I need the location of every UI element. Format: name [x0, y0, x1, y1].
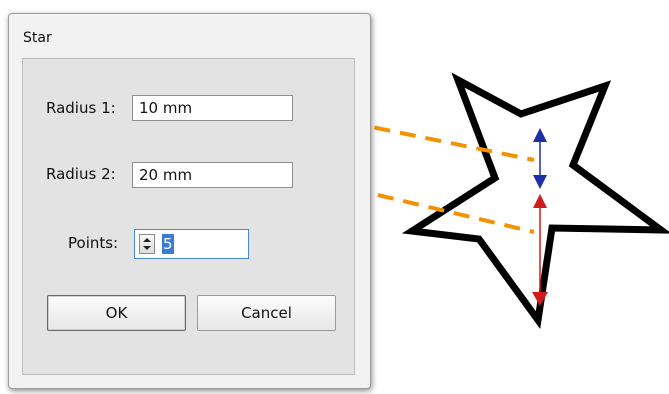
ok-button[interactable]: OK: [47, 295, 186, 331]
radius2-label: Radius 2:: [46, 165, 116, 183]
dialog-title: Star: [23, 30, 52, 46]
points-input[interactable]: 5: [162, 234, 174, 254]
points-spinner[interactable]: 5: [134, 229, 249, 259]
radius1-input[interactable]: 10 mm: [132, 95, 293, 121]
spin-down-icon[interactable]: [143, 246, 151, 250]
radius2-input[interactable]: 20 mm: [132, 162, 293, 188]
radius1-label: Radius 1:: [46, 99, 116, 117]
points-label: Points:: [68, 234, 119, 252]
points-spin-buttons[interactable]: [139, 234, 155, 254]
cancel-button[interactable]: Cancel: [197, 295, 336, 331]
star-shape: [401, 72, 669, 329]
spin-up-icon[interactable]: [143, 238, 151, 242]
